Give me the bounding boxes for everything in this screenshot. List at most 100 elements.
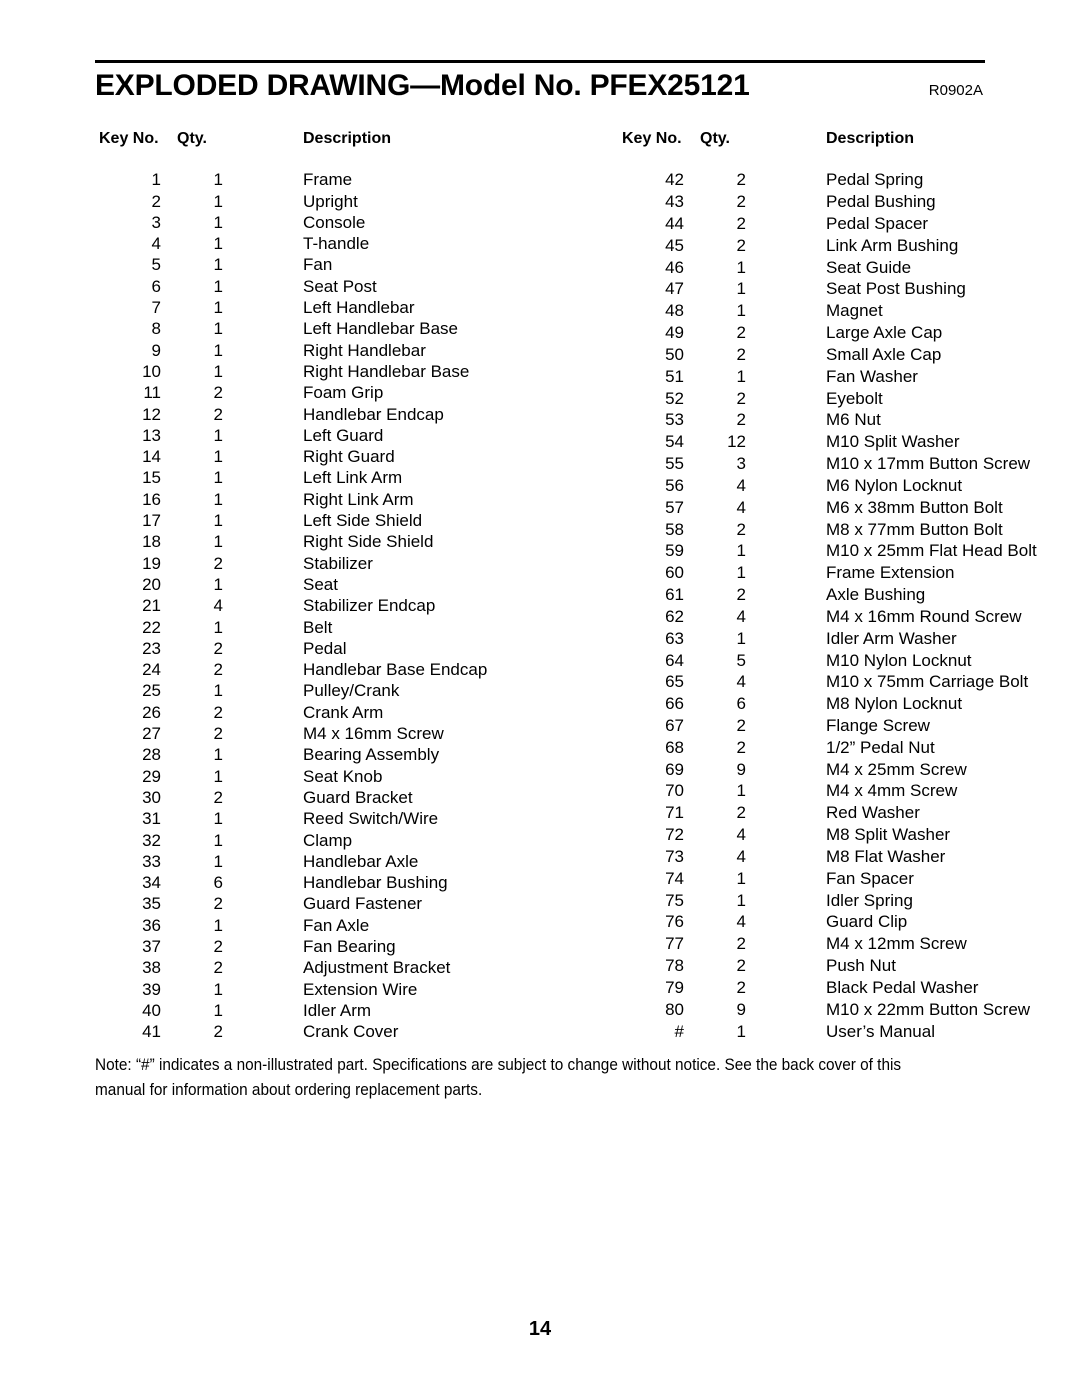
table-row: 33 1 Handlebar Axle	[95, 851, 618, 872]
table-row: 61 2 Axle Bushing	[618, 584, 1080, 606]
cell-qty: 1	[213, 574, 223, 594]
cell-key-no: 32	[142, 830, 161, 850]
cell-qty: 2	[736, 170, 746, 190]
table-row: 66 6 M8 Nylon Locknut	[618, 693, 1080, 715]
cell-key-no: 8	[151, 319, 161, 339]
cell-key-no: 19	[142, 553, 161, 573]
cell-qty: 2	[736, 934, 746, 954]
cell-qty: 1	[213, 915, 223, 935]
cell-key-no: 59	[665, 541, 684, 561]
cell-description: Pulley/Crank	[303, 681, 400, 701]
cell-description: Fan	[303, 255, 333, 275]
table-row: 30 2 Guard Bracket	[95, 787, 618, 808]
column-header-description: Description	[303, 130, 392, 147]
table-row: 7 1 Left Handlebar	[95, 297, 618, 318]
cell-description: Stabilizer Endcap	[303, 596, 436, 616]
cell-qty: 2	[736, 323, 746, 343]
cell-key-no: 17	[142, 511, 161, 531]
table-row: 25 1 Pulley/Crank	[95, 680, 618, 701]
table-row: 4 1 T-handle	[95, 233, 618, 254]
cell-description: 1/2” Pedal Nut	[826, 737, 935, 757]
cell-qty: 1	[213, 766, 223, 786]
table-row: 51 1 Fan Washer	[618, 366, 1080, 388]
table-row: 18 1 Right Side Shield	[95, 531, 618, 552]
cell-description: Idler Spring	[826, 890, 913, 910]
table-row: 31 1 Reed Switch/Wire	[95, 808, 618, 829]
cell-description: M10 x 75mm Carriage Bolt	[826, 672, 1029, 692]
cell-qty: 1	[213, 425, 223, 445]
cell-description: M6 Nylon Locknut	[826, 475, 963, 495]
cell-description: Guard Clip	[826, 912, 908, 932]
cell-description: M10 Split Washer	[826, 432, 960, 452]
column-header-qty: Qty.	[700, 130, 730, 147]
cell-qty: 1	[213, 809, 223, 829]
cell-description: Upright	[303, 191, 358, 211]
cell-description: Pedal Spring	[826, 170, 924, 190]
cell-description: Crank Cover	[303, 1022, 399, 1042]
cell-description: Fan Axle	[303, 915, 370, 935]
cell-description: Console	[303, 212, 366, 232]
cell-description: M4 x 12mm Screw	[826, 934, 967, 954]
cell-key-no: 20	[142, 574, 161, 594]
cell-qty: 2	[736, 410, 746, 430]
table-row: 38 2 Adjustment Bracket	[95, 957, 618, 978]
cell-description: Seat Knob	[303, 766, 383, 786]
cell-key-no: 67	[665, 716, 684, 735]
table-row: 46 1 Seat Guide	[618, 257, 1080, 279]
cell-key-no: #	[674, 1021, 684, 1041]
cell-key-no: 46	[665, 257, 684, 277]
table-row: 58 2 M8 x 77mm Button Bolt	[618, 519, 1080, 541]
table-row: 35 2 Guard Fastener	[95, 893, 618, 914]
table-header-row: Key No. Qty. Description	[618, 128, 1080, 169]
cell-key-no: 7	[151, 298, 161, 318]
cell-description: Fan Spacer	[826, 868, 914, 888]
cell-qty: 1	[736, 781, 746, 801]
cell-description: Crank Arm	[303, 702, 384, 722]
cell-description: Left Handlebar Base	[303, 319, 458, 339]
cell-qty: 1	[213, 1000, 223, 1020]
cell-key-no: 55	[665, 454, 684, 474]
column-header-key-no: Key No.	[622, 130, 682, 147]
header-divider-rule	[95, 60, 985, 63]
cell-key-no: 9	[151, 340, 161, 360]
table-row: 26 2 Crank Arm	[95, 702, 618, 723]
cell-qty: 2	[213, 787, 223, 807]
table-row: 54 12 M10 Split Washer	[618, 431, 1080, 453]
cell-description: M4 x 25mm Screw	[826, 759, 967, 779]
cell-key-no: 4	[151, 234, 161, 254]
page-header: EXPLODED DRAWING—Model No. PFEX25121 R09…	[95, 60, 985, 103]
table-row: 55 3 M10 x 17mm Button Screw	[618, 453, 1080, 475]
cell-description: M10 x 25mm Flat Head Bolt	[826, 541, 1037, 561]
table-row: 80 9 M10 x 22mm Button Screw	[618, 999, 1080, 1021]
parts-table-left: Key No. Qty. Description 1 1 Frame 2 1 Uprigh…	[95, 128, 618, 1042]
cell-qty: 4	[736, 606, 746, 626]
cell-key-no: 30	[142, 787, 161, 807]
cell-description: Push Nut	[826, 956, 896, 976]
cell-key-no: 33	[142, 851, 161, 871]
table-row: 77 2 M4 x 12mm Screw	[618, 933, 1080, 955]
table-row: 75 1 Idler Spring	[618, 890, 1080, 912]
cell-qty: 2	[213, 404, 223, 424]
cell-description: Bearing Assembly	[303, 745, 440, 765]
cell-description: Guard Fastener	[303, 894, 423, 914]
cell-description: Left Handlebar	[303, 298, 415, 318]
cell-description: Pedal Bushing	[826, 192, 936, 212]
cell-key-no: 27	[142, 724, 161, 744]
column-header-qty: Qty.	[177, 130, 207, 147]
cell-qty: 2	[736, 344, 746, 364]
table-row: 43 2 Pedal Bushing	[618, 191, 1080, 213]
table-row: 21 4 Stabilizer Endcap	[95, 595, 618, 616]
cell-qty: 2	[213, 936, 223, 956]
cell-qty: 4	[736, 846, 746, 866]
cell-description: Handlebar Base Endcap	[303, 660, 488, 680]
cell-description: Guard Bracket	[303, 787, 413, 807]
cell-description: Right Guard	[303, 447, 395, 467]
table-row: 8 1 Left Handlebar Base	[95, 318, 618, 339]
cell-qty: 2	[213, 638, 223, 658]
cell-key-no: 41	[142, 1022, 161, 1042]
cell-qty: 1	[213, 532, 223, 552]
cell-qty: 5	[736, 650, 746, 670]
cell-qty: 4	[736, 825, 746, 845]
table-row: 48 1 Magnet	[618, 300, 1080, 322]
cell-description: Red Washer	[826, 803, 920, 823]
